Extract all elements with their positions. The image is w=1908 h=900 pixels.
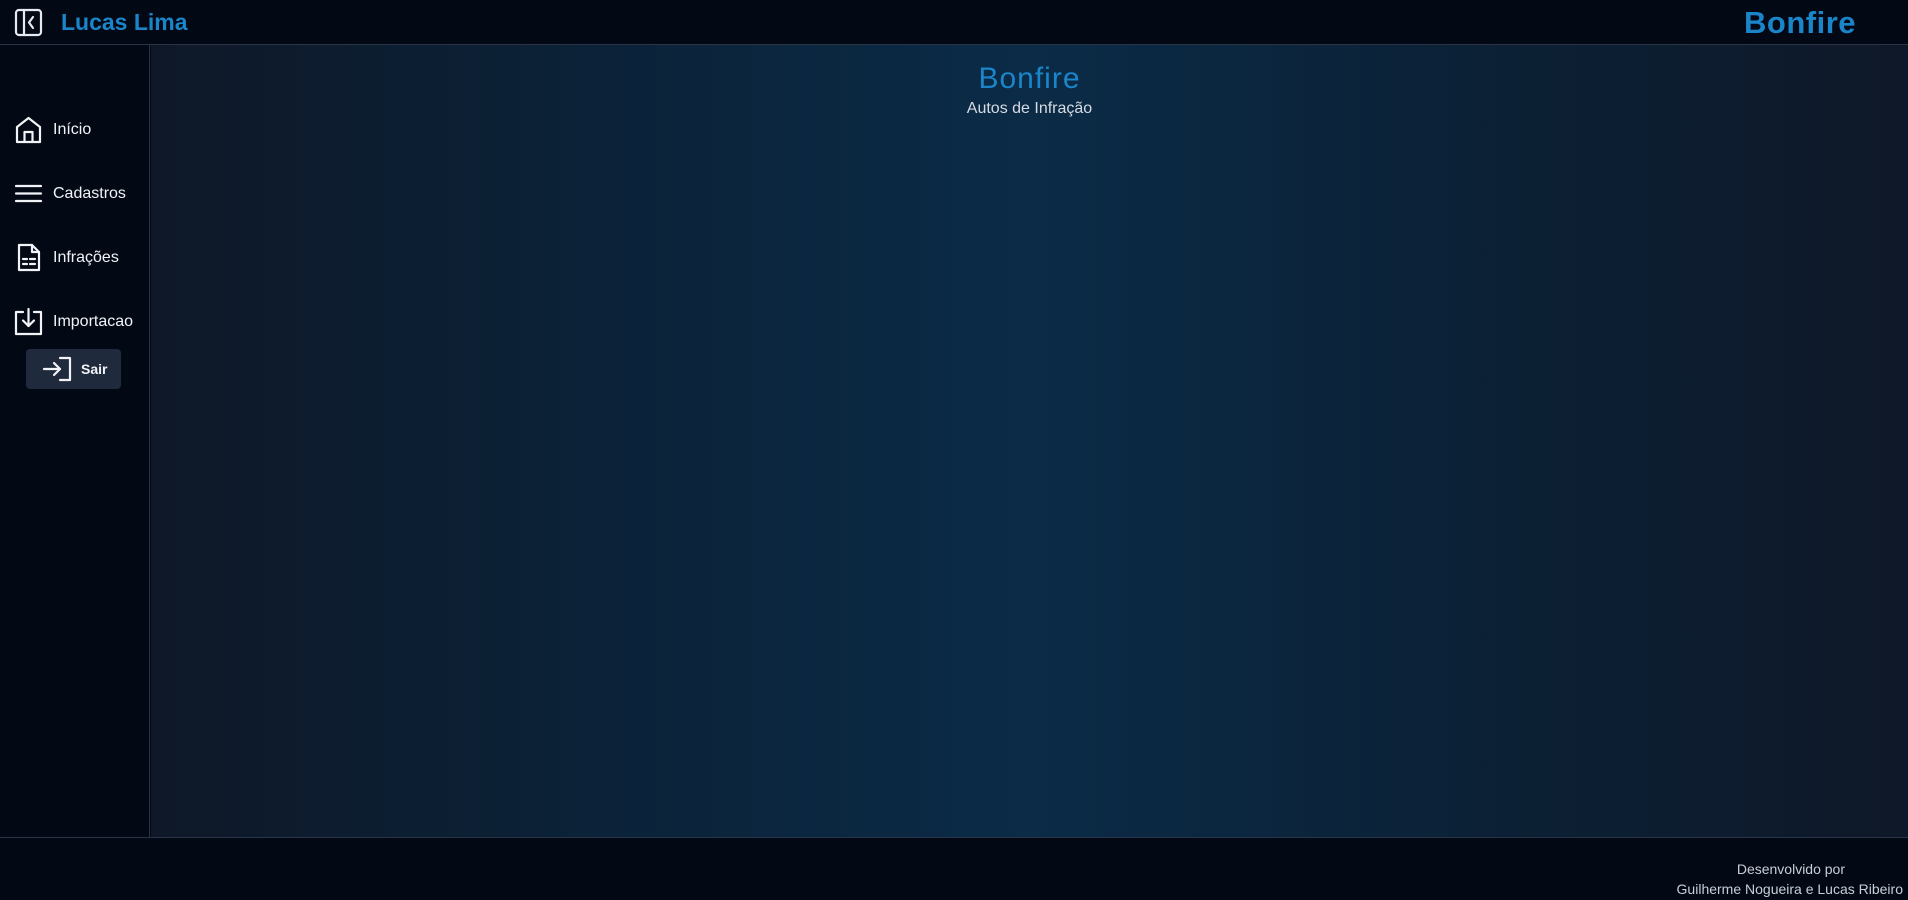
sidebar-item-label: Importacao	[53, 313, 134, 330]
sidebar-item-cadastros[interactable]: Cadastros	[0, 172, 149, 216]
top-bar: Lucas Lima Bonfire	[0, 0, 1908, 45]
user-name: Lucas Lima	[61, 9, 188, 35]
footer-credit-label: Desenvolvido por	[1736, 861, 1845, 877]
sidebar-item-inicio[interactable]: Início	[0, 108, 149, 152]
sidebar: Início Cadastros Infrações Importacao Sa…	[0, 45, 150, 837]
footer: Desenvolvido por Guilherme Nogueira e Lu…	[0, 837, 1908, 900]
sidebar-item-label: Infrações	[53, 249, 119, 266]
sidebar-item-importacao[interactable]: Importacao	[0, 300, 149, 344]
sidebar-item-label: Início	[53, 121, 92, 138]
sidebar-toggle-icon[interactable]	[14, 8, 43, 37]
brand-logo-text: Bonfire	[1744, 5, 1856, 40]
exit-button[interactable]: Sair	[26, 349, 121, 389]
exit-label: Sair	[81, 361, 108, 377]
sidebar-item-label: Cadastros	[53, 185, 126, 202]
page-subtitle: Autos de Infração	[966, 100, 1093, 117]
sidebar-item-infracoes[interactable]: Infrações	[0, 236, 149, 280]
footer-credit-authors: Guilherme Nogueira e Lucas Ribeiro	[1676, 881, 1903, 897]
page-title: Bonfire	[978, 62, 1081, 95]
main-content: Bonfire Autos de Infração	[151, 45, 1908, 837]
